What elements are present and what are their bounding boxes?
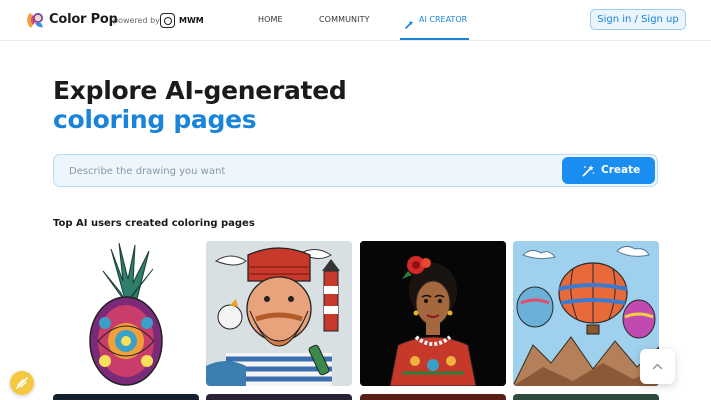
sailor-lighthouse-image bbox=[206, 241, 352, 386]
frida-portrait-image bbox=[360, 241, 506, 386]
color-pop-logo-icon[interactable] bbox=[24, 9, 46, 31]
gallery-card-row2-2[interactable] bbox=[206, 394, 352, 400]
gallery-card-row2-3[interactable] bbox=[360, 394, 506, 400]
prompt-bar: Create bbox=[53, 154, 658, 187]
gallery-card-row2-4[interactable] bbox=[513, 394, 659, 400]
nav-ai-creator-link[interactable]: AI CREATOR bbox=[419, 15, 467, 24]
page-title-highlight: coloring pages bbox=[53, 105, 257, 134]
top-navbar: Color Pop powered by MWM HOME COMMUNITY … bbox=[0, 0, 711, 41]
pineapple-mandala-image bbox=[89, 242, 163, 386]
sparkle-wand-icon bbox=[582, 164, 595, 177]
powered-by-label: powered by bbox=[113, 16, 160, 25]
mwm-logo-icon bbox=[160, 13, 175, 28]
gallery-card-portrait[interactable] bbox=[360, 241, 506, 386]
sign-in-button[interactable]: Sign in / Sign up bbox=[590, 9, 686, 30]
create-button-label: Create bbox=[601, 164, 641, 176]
gallery-title: Top AI users created coloring pages bbox=[53, 218, 255, 229]
gallery-card-pineapple[interactable] bbox=[53, 241, 199, 386]
scroll-to-top-button[interactable] bbox=[640, 349, 675, 384]
hot-air-balloons-image bbox=[513, 241, 659, 386]
no-ads-icon bbox=[16, 377, 28, 389]
magic-wand-icon bbox=[405, 14, 414, 29]
create-button[interactable]: Create bbox=[562, 157, 655, 184]
gallery-card-balloons[interactable] bbox=[513, 241, 659, 386]
partner-name: MWM bbox=[179, 16, 204, 25]
prompt-input[interactable] bbox=[69, 162, 549, 180]
promo-button[interactable] bbox=[10, 371, 34, 395]
chevron-up-icon bbox=[652, 363, 663, 370]
page-title: Explore AI-generated bbox=[53, 76, 347, 105]
brand-name[interactable]: Color Pop bbox=[49, 12, 118, 27]
gallery-card-row2-1[interactable] bbox=[53, 394, 199, 400]
active-tab-indicator bbox=[400, 38, 469, 40]
nav-community-link[interactable]: COMMUNITY bbox=[319, 15, 370, 24]
gallery-card-sailor[interactable] bbox=[206, 241, 352, 386]
nav-home-link[interactable]: HOME bbox=[258, 15, 283, 24]
